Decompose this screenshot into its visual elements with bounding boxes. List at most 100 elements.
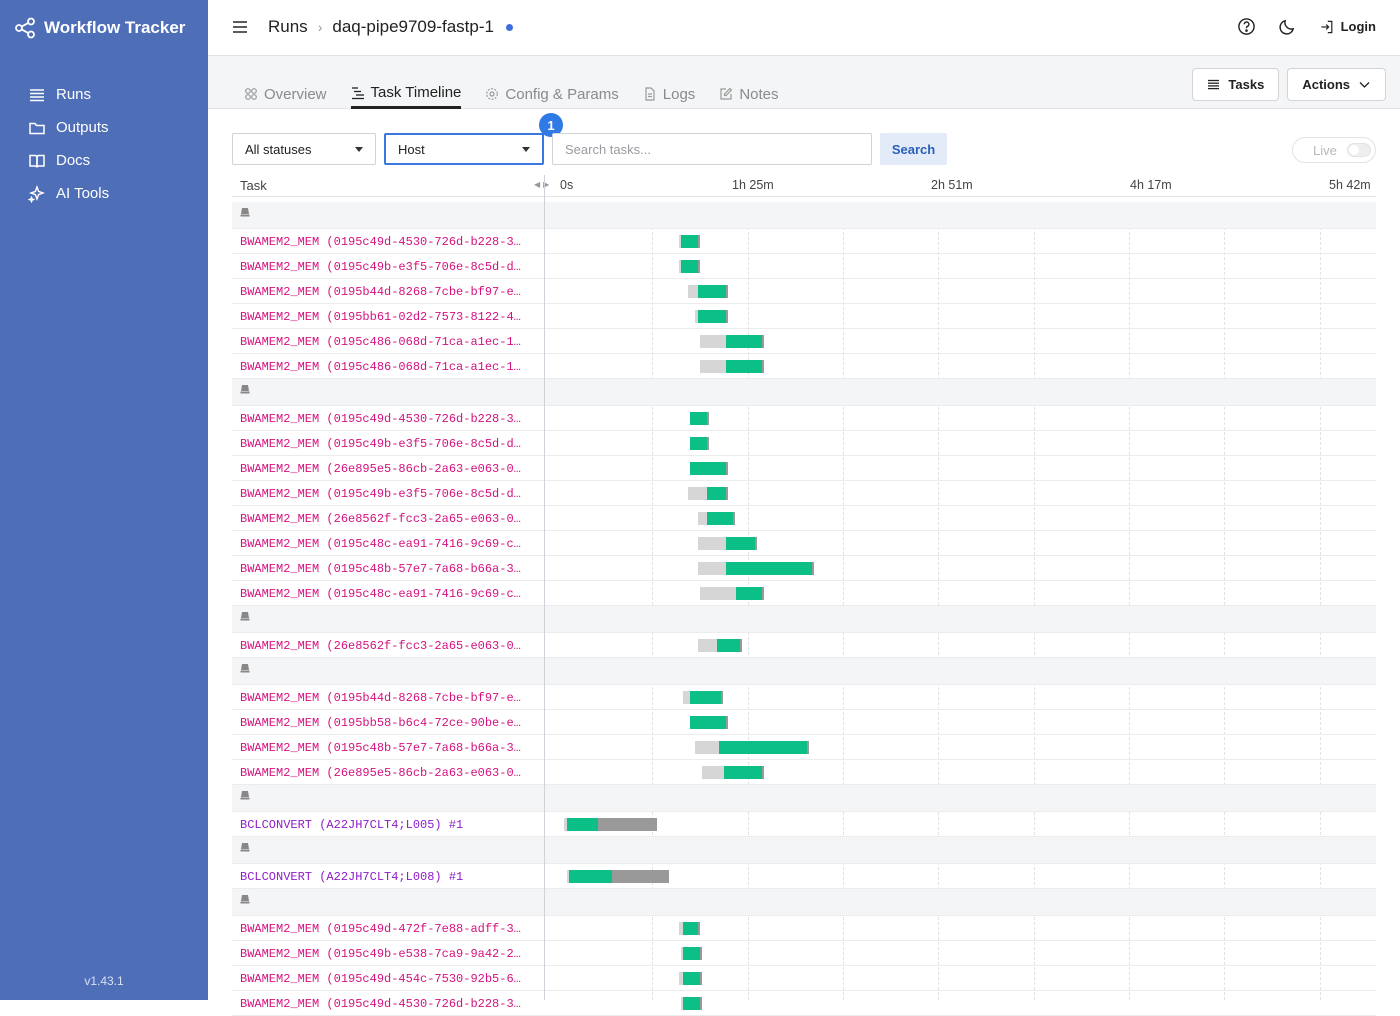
live-toggle[interactable]: Live bbox=[1292, 137, 1376, 163]
task-name[interactable]: BWAMEM2_MEM (0195c48c-ea91-7416-9c69-c… bbox=[240, 587, 530, 601]
axis-tick-label: 5h 42m bbox=[1329, 178, 1371, 192]
axis-tick-label: 4h 17m bbox=[1130, 178, 1172, 192]
sidebar-item-outputs[interactable]: Outputs bbox=[28, 111, 109, 144]
task-name[interactable]: BWAMEM2_MEM (26e8562f-fcc3-2a65-e063-0… bbox=[240, 512, 530, 526]
caret-down-icon bbox=[355, 146, 363, 152]
task-name[interactable]: BWAMEM2_MEM (0195c48b-57e7-7a68-b66a-3… bbox=[240, 741, 530, 755]
run-bar bbox=[707, 487, 727, 500]
task-row[interactable]: BWAMEM2_MEM (26e8562f-fcc3-2a65-e063-0… bbox=[232, 633, 1376, 658]
help-icon[interactable] bbox=[1237, 17, 1256, 36]
host-label bbox=[240, 663, 255, 673]
host-group-row[interactable] bbox=[232, 889, 1376, 916]
task-name[interactable]: BWAMEM2_MEM (0195b44d-8268-7cbe-bf97-e… bbox=[240, 285, 530, 299]
task-name[interactable]: BWAMEM2_MEM (0195c486-068d-71ca-a1ec-1… bbox=[240, 360, 530, 374]
login-button[interactable]: Login bbox=[1319, 19, 1376, 35]
task-name[interactable]: BWAMEM2_MEM (0195c49b-e538-7ca9-9a42-2… bbox=[240, 947, 530, 961]
host-group-row[interactable] bbox=[232, 379, 1376, 406]
tab-notes[interactable]: Notes bbox=[719, 79, 779, 109]
tab-overview[interactable]: Overview bbox=[244, 79, 327, 109]
task-row[interactable]: BWAMEM2_MEM (26e895e5-86cb-2a63-e063-0… bbox=[232, 760, 1376, 785]
brand[interactable]: Workflow Tracker bbox=[14, 17, 185, 39]
caret-down-icon bbox=[522, 146, 530, 152]
end-marker bbox=[726, 310, 729, 323]
task-row[interactable]: BWAMEM2_MEM (0195c48b-57e7-7a68-b66a-3… bbox=[232, 735, 1376, 760]
task-row[interactable]: BWAMEM2_MEM (0195c48c-ea91-7416-9c69-c… bbox=[232, 581, 1376, 606]
task-row[interactable]: BCLCONVERT (A22JH7CLT4;L005) #1 bbox=[232, 812, 1376, 837]
task-name[interactable]: BWAMEM2_MEM (0195bb58-b6c4-72ce-90be-e… bbox=[240, 716, 530, 730]
group-by-select[interactable]: Host bbox=[384, 133, 544, 165]
task-name[interactable]: BCLCONVERT (A22JH7CLT4;L005) #1 bbox=[240, 818, 530, 832]
sidebar-item-docs[interactable]: Docs bbox=[28, 144, 109, 177]
breadcrumb-runs-link[interactable]: Runs bbox=[268, 17, 308, 37]
task-row[interactable]: BWAMEM2_MEM (0195c49d-472f-7e88-adff-3… bbox=[232, 916, 1376, 941]
wait-bar bbox=[688, 285, 698, 298]
task-name[interactable]: BWAMEM2_MEM (0195c486-068d-71ca-a1ec-1… bbox=[240, 335, 530, 349]
file-icon bbox=[645, 87, 655, 101]
tab-bar: Overview Task Timeline Config & Params L… bbox=[208, 56, 1400, 109]
task-row[interactable]: BWAMEM2_MEM (0195bb61-02d2-7573-8122-4… bbox=[232, 304, 1376, 329]
task-row[interactable]: BWAMEM2_MEM (0195c48c-ea91-7416-9c69-c… bbox=[232, 531, 1376, 556]
run-bar bbox=[707, 512, 734, 525]
task-row[interactable]: BWAMEM2_MEM (0195c49b-e3f5-706e-8c5d-d… bbox=[232, 481, 1376, 506]
run-bar bbox=[726, 562, 812, 575]
task-name[interactable]: BWAMEM2_MEM (0195c49b-e3f5-706e-8c5d-d… bbox=[240, 260, 530, 274]
run-bar bbox=[680, 260, 698, 273]
task-row[interactable]: BWAMEM2_MEM (0195b44d-8268-7cbe-bf97-e… bbox=[232, 685, 1376, 710]
task-name[interactable]: BWAMEM2_MEM (0195bb61-02d2-7573-8122-4… bbox=[240, 310, 530, 324]
task-row[interactable]: BWAMEM2_MEM (0195c49b-e3f5-706e-8c5d-d… bbox=[232, 431, 1376, 456]
task-row[interactable]: BWAMEM2_MEM (0195c49d-4530-726d-b228-3… bbox=[232, 406, 1376, 431]
status-filter-select[interactable]: All statuses bbox=[232, 133, 376, 165]
search-input[interactable] bbox=[552, 133, 872, 165]
tabs: Overview Task Timeline Config & Params L… bbox=[244, 79, 779, 109]
host-group-row[interactable] bbox=[232, 658, 1376, 685]
tasks-button[interactable]: Tasks bbox=[1192, 68, 1280, 101]
task-name[interactable]: BCLCONVERT (A22JH7CLT4;L008) #1 bbox=[240, 870, 530, 884]
host-group-row[interactable] bbox=[232, 606, 1376, 633]
task-name[interactable]: BWAMEM2_MEM (0195c49d-454c-7530-92b5-6… bbox=[240, 972, 530, 986]
task-name[interactable]: BWAMEM2_MEM (26e895e5-86cb-2a63-e063-0… bbox=[240, 462, 530, 476]
task-name[interactable]: BWAMEM2_MEM (0195c48b-57e7-7a68-b66a-3… bbox=[240, 562, 530, 576]
task-row[interactable]: BWAMEM2_MEM (26e895e5-86cb-2a63-e063-0… bbox=[232, 456, 1376, 481]
task-name[interactable]: BWAMEM2_MEM (0195c49d-472f-7e88-adff-3… bbox=[240, 922, 530, 936]
host-group-row[interactable] bbox=[232, 837, 1376, 864]
task-name[interactable]: BWAMEM2_MEM (0195c49d-4530-726d-b228-3… bbox=[240, 235, 530, 249]
wait-bar bbox=[683, 691, 691, 704]
task-row[interactable]: BWAMEM2_MEM (0195c486-068d-71ca-a1ec-1… bbox=[232, 354, 1376, 379]
task-row[interactable]: BWAMEM2_MEM (0195c49b-e3f5-706e-8c5d-d… bbox=[232, 254, 1376, 279]
tab-task-timeline[interactable]: Task Timeline bbox=[350, 79, 462, 109]
host-group-row[interactable] bbox=[232, 785, 1376, 812]
host-group-row[interactable] bbox=[232, 202, 1376, 229]
tail-bar bbox=[597, 818, 658, 831]
page-title: daq-pipe9709-fastp-1 bbox=[332, 17, 494, 36]
host-label bbox=[240, 842, 255, 852]
task-name[interactable]: BWAMEM2_MEM (26e895e5-86cb-2a63-e063-0… bbox=[240, 766, 530, 780]
task-row[interactable]: BWAMEM2_MEM (0195c49d-454c-7530-92b5-6… bbox=[232, 966, 1376, 991]
task-row[interactable]: BWAMEM2_MEM (0195c49d-4530-726d-b228-3… bbox=[232, 991, 1376, 1016]
tab-logs[interactable]: Logs bbox=[643, 79, 695, 109]
menu-icon[interactable] bbox=[232, 19, 248, 35]
sidebar-item-runs[interactable]: Runs bbox=[28, 78, 109, 111]
task-name[interactable]: BWAMEM2_MEM (0195c48c-ea91-7416-9c69-c… bbox=[240, 537, 530, 551]
task-row[interactable]: BWAMEM2_MEM (0195c49d-4530-726d-b228-3… bbox=[232, 229, 1376, 254]
task-name[interactable]: BWAMEM2_MEM (0195c49b-e3f5-706e-8c5d-d… bbox=[240, 437, 530, 451]
end-marker bbox=[726, 487, 729, 500]
task-name[interactable]: BWAMEM2_MEM (0195c49b-e3f5-706e-8c5d-d… bbox=[240, 487, 530, 501]
task-row[interactable]: BWAMEM2_MEM (0195c48b-57e7-7a68-b66a-3… bbox=[232, 556, 1376, 581]
task-name[interactable]: BWAMEM2_MEM (0195c49d-4530-726d-b228-3… bbox=[240, 997, 530, 1011]
task-row[interactable]: BWAMEM2_MEM (0195c49b-e538-7ca9-9a42-2… bbox=[232, 941, 1376, 966]
task-row[interactable]: BWAMEM2_MEM (0195bb58-b6c4-72ce-90be-e… bbox=[232, 710, 1376, 735]
tab-config-params[interactable]: Config & Params bbox=[485, 79, 619, 109]
end-marker bbox=[807, 741, 810, 754]
task-row[interactable]: BWAMEM2_MEM (26e8562f-fcc3-2a65-e063-0… bbox=[232, 506, 1376, 531]
sidebar-item-ai-tools[interactable]: AI Tools bbox=[28, 177, 109, 210]
task-row[interactable]: BWAMEM2_MEM (0195c486-068d-71ca-a1ec-1… bbox=[232, 329, 1376, 354]
moon-icon[interactable] bbox=[1278, 17, 1297, 36]
task-row[interactable]: BWAMEM2_MEM (0195b44d-8268-7cbe-bf97-e… bbox=[232, 279, 1376, 304]
search-button[interactable]: Search bbox=[880, 133, 947, 165]
task-name[interactable]: BWAMEM2_MEM (26e8562f-fcc3-2a65-e063-0… bbox=[240, 639, 530, 653]
task-name[interactable]: BWAMEM2_MEM (0195b44d-8268-7cbe-bf97-e… bbox=[240, 691, 530, 705]
app-version: v1.43.1 bbox=[84, 974, 124, 988]
task-row[interactable]: BCLCONVERT (A22JH7CLT4;L008) #1 bbox=[232, 864, 1376, 889]
task-name[interactable]: BWAMEM2_MEM (0195c49d-4530-726d-b228-3… bbox=[240, 412, 530, 426]
actions-button[interactable]: Actions bbox=[1287, 68, 1386, 101]
